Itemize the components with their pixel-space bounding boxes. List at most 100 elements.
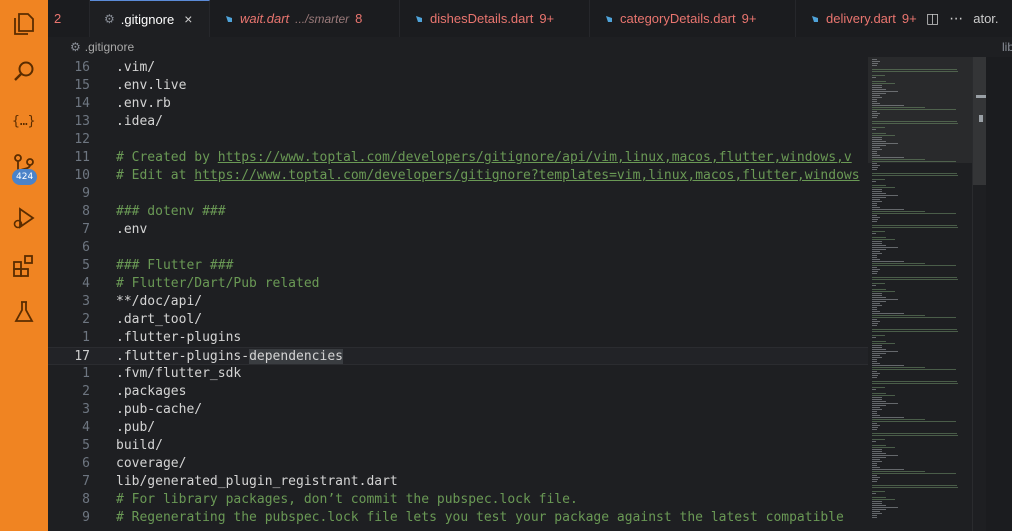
minimap-line <box>872 149 882 150</box>
code-line[interactable]: 8 # For library packages, don’t commit th… <box>48 491 868 509</box>
minimap-line <box>872 349 886 350</box>
minimap-line <box>872 95 880 96</box>
code-line[interactable]: 1 .fvm/flutter_sdk <box>48 365 868 383</box>
minimap-line <box>872 107 925 108</box>
tab-label: .gitignore <box>120 11 175 27</box>
minimap-line <box>872 401 886 402</box>
line-text: .dart_tool/ <box>116 312 203 327</box>
code-line[interactable]: 16 .vim/ <box>48 59 868 77</box>
minimap-line <box>872 285 876 286</box>
minimap-line <box>872 299 898 300</box>
code-line[interactable]: 7 .env <box>48 221 868 239</box>
minimap-line <box>872 175 958 176</box>
minimap-line <box>872 389 876 390</box>
code-line[interactable]: 6 <box>48 239 868 257</box>
line-number: 13 <box>74 114 90 129</box>
minimap-line <box>872 399 882 400</box>
minimap-line <box>872 269 880 270</box>
minimap-line <box>872 453 886 454</box>
minimap-line <box>872 179 885 180</box>
minimap-line <box>872 195 898 196</box>
minimap-line <box>872 227 958 228</box>
side-pane <box>986 57 1012 531</box>
braces-icon[interactable]: {…} <box>10 106 38 134</box>
minimap-line <box>872 85 882 86</box>
minimap-line <box>872 403 898 404</box>
minimap-line <box>872 305 882 306</box>
line-text: .packages <box>116 384 187 399</box>
code-line[interactable]: 8 ### dotenv ### <box>48 203 868 221</box>
tab-wait-dart[interactable]: wait.dart .../smarter 8 <box>210 0 400 37</box>
flask-icon[interactable] <box>10 298 38 326</box>
comment-link[interactable]: https://www.toptal.com/developers/gitign… <box>218 150 852 165</box>
code-line[interactable]: 9 <box>48 185 868 203</box>
minimap-line <box>872 375 878 376</box>
code-editor[interactable]: 16 .vim/15 .env.live 14 .env.rb 13 .idea/12 11 #… <box>48 57 868 531</box>
close-icon[interactable]: × <box>184 11 192 27</box>
minimap-line <box>872 123 958 124</box>
minimap-line <box>872 457 886 458</box>
minimap-line <box>872 63 878 64</box>
code-line[interactable]: 12 <box>48 131 868 149</box>
breadcrumb-right[interactable]: lib <box>1002 40 1012 54</box>
code-line[interactable]: 9 # Regenerating the pubspec.lock file le… <box>48 509 868 527</box>
minimap-line <box>872 265 956 266</box>
more-actions-icon[interactable]: ⋯ <box>949 11 963 27</box>
tab-category-details[interactable]: categoryDetails.dart 9+ <box>590 0 796 37</box>
line-number: 1 <box>82 366 90 381</box>
tab-gitignore[interactable]: ⚙ .gitignore × <box>90 0 210 37</box>
code-line[interactable]: 4 .pub/ <box>48 419 868 437</box>
current-line[interactable]: 17 .flutter-plugins-dependencies <box>48 347 868 365</box>
run-debug-icon[interactable] <box>10 204 38 232</box>
breadcrumb-file[interactable]: ⚙ .gitignore <box>70 40 134 54</box>
minimap-line <box>872 221 877 222</box>
code-line[interactable]: 13 .idea/ <box>48 113 868 131</box>
minimap-line <box>872 219 878 220</box>
line-text: .pub/ <box>116 420 156 435</box>
tab-overflow-count[interactable]: 2 <box>48 0 90 37</box>
comment-link[interactable]: https://www.toptal.com/developers/gitign… <box>194 168 859 183</box>
files-icon[interactable] <box>10 10 38 38</box>
code-line[interactable]: 14 .env.rb <box>48 95 868 113</box>
minimap-line <box>872 447 895 448</box>
code-line[interactable]: 5 build/ <box>48 437 868 455</box>
minimap-line <box>872 163 877 164</box>
minimap-viewport[interactable] <box>868 57 972 163</box>
split-editor-icon[interactable]: ◫ <box>926 11 939 27</box>
minimap-line <box>872 213 956 214</box>
code-line[interactable]: 3 .pub-cache/ <box>48 401 868 419</box>
vertical-scrollbar[interactable] <box>972 57 986 531</box>
code-line[interactable]: 2 .packages <box>48 383 868 401</box>
problem-count: 9+ <box>539 11 555 26</box>
minimap-line <box>872 377 877 378</box>
code-line[interactable]: 10 # Edit at https://www.toptal.com/devel… <box>48 167 868 185</box>
minimap-line <box>872 329 957 330</box>
code-line[interactable]: 6 coverage/ <box>48 455 868 473</box>
minimap-line <box>872 197 886 198</box>
code-line[interactable]: 7 lib/generated_plugin_registrant.dart <box>48 473 868 491</box>
tab-dishes-details[interactable]: dishesDetails.dart 9+ <box>400 0 590 37</box>
code-line[interactable]: 15 .env.live <box>48 77 868 95</box>
tab-overflow-label[interactable]: ator. <box>973 11 998 26</box>
minimap[interactable] <box>868 57 972 531</box>
minimap-line <box>872 325 877 326</box>
code-line[interactable]: 11 # Created by https://www.toptal.com/de… <box>48 149 868 167</box>
minimap-line <box>872 259 880 260</box>
minimap-line <box>872 435 958 436</box>
code-line[interactable]: 3 **/doc/api/ <box>48 293 868 311</box>
minimap-line <box>872 407 880 408</box>
search-icon[interactable] <box>10 58 38 86</box>
minimap-line <box>872 215 877 216</box>
minimap-line <box>872 513 882 514</box>
minimap-line <box>872 191 882 192</box>
tab-actions: ◫ ⋯ ator. <box>926 0 999 37</box>
code-line[interactable]: 1 .flutter-plugins <box>48 329 868 347</box>
code-line[interactable]: 5 ### Flutter ### <box>48 257 868 275</box>
minimap-line <box>872 423 877 424</box>
minimap-line <box>872 303 880 304</box>
code-line[interactable]: 4 # Flutter/Dart/Pub related <box>48 275 868 293</box>
code-line[interactable]: 2 .dart_tool/ <box>48 311 868 329</box>
minimap-line <box>872 139 882 140</box>
extensions-icon[interactable] <box>10 252 38 280</box>
minimap-line <box>872 507 898 508</box>
